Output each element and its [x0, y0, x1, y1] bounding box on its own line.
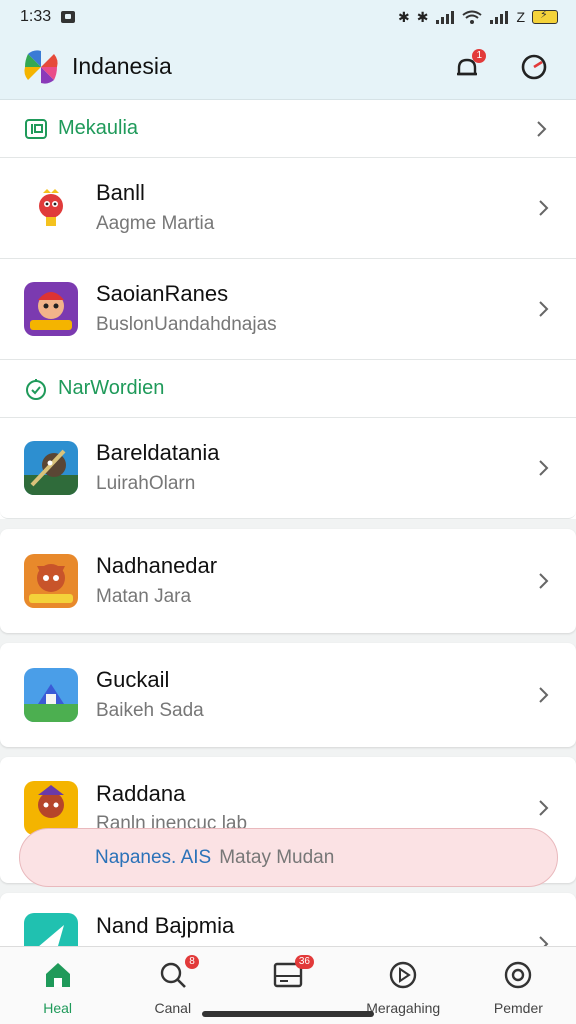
item-title: Nadhanedar — [96, 553, 218, 579]
section-header-1[interactable]: Mekaulia — [0, 100, 576, 158]
timer-button[interactable] — [512, 45, 556, 89]
app-logo-icon — [24, 49, 58, 84]
list-item[interactable]: Nadhanedar Matan Jara — [0, 529, 576, 633]
game-cartoon-icon — [24, 282, 78, 336]
app-header: Indanesia 1 — [0, 34, 576, 100]
notification-square-icon — [61, 11, 76, 23]
section-header-2[interactable]: NarWordien — [0, 360, 576, 418]
item-subtitle: Matan Jara — [96, 585, 192, 607]
play-circle-icon — [390, 961, 417, 989]
battery-icon — [532, 8, 558, 24]
section-label: Mekaulia — [58, 117, 139, 139]
nav-label: Meragahing — [366, 1000, 441, 1016]
signal-icon — [436, 11, 455, 24]
section-card-1: Mekaulia Banll Aagme Martia SaoianRanes … — [0, 100, 576, 519]
list-item[interactable]: Banll Aagme Martia — [0, 158, 576, 259]
status-time: 1:33 — [20, 8, 52, 25]
toast-highlight: Napanes. AIS — [95, 846, 212, 868]
notification-badge: 1 — [472, 48, 486, 63]
chevron-right-icon — [539, 301, 549, 317]
toast-text: Matay Mudan — [219, 846, 335, 868]
chevron-right-icon — [539, 573, 549, 589]
item-title: Guckail — [96, 667, 170, 693]
notifications-button[interactable]: 1 — [446, 45, 490, 89]
app-card[interactable]: Guckail Baikeh Sada — [0, 643, 576, 747]
status-bar: 1:33 ✱ ✱ Z — [0, 0, 576, 34]
chevron-right-icon — [539, 200, 549, 216]
item-title: SaoianRanes — [96, 281, 229, 307]
chevron-right-icon — [537, 120, 547, 137]
calendar-icon — [25, 118, 47, 139]
chevron-right-icon — [539, 460, 549, 476]
nav-badge: 36 — [294, 955, 314, 969]
signal-2-icon — [490, 11, 509, 24]
bluetooth-alt-icon: ✱ — [416, 8, 429, 25]
toast-message[interactable]: Napanes. AIS Matay Mudan — [19, 828, 558, 887]
list-item[interactable]: SaoianRanes BuslonUandahdnajas — [0, 259, 576, 360]
list-item[interactable]: Bareldatania LuirahOlarn — [0, 418, 576, 519]
nav-label: Heal — [43, 1000, 72, 1016]
nav-label: Pemder — [493, 1000, 543, 1016]
chevron-right-icon — [539, 800, 549, 816]
item-subtitle: Aagme Martia — [96, 212, 215, 234]
toy-mascot-icon — [24, 181, 78, 235]
game-warrior-icon — [24, 781, 78, 835]
search-icon — [160, 962, 186, 988]
game-pirate-icon — [24, 441, 78, 495]
game-house-icon — [24, 668, 78, 722]
game-fox-icon — [24, 554, 78, 608]
section-label: NarWordien — [58, 377, 165, 399]
nav-profile[interactable]: Pemder — [461, 947, 576, 1024]
item-subtitle: LuirahOlarn — [96, 472, 196, 494]
item-title: Banll — [96, 180, 145, 206]
clock-check-icon — [26, 378, 46, 400]
wifi-icon — [462, 10, 483, 24]
nav-home[interactable]: Heal — [0, 947, 115, 1024]
item-title: Bareldatania — [96, 440, 220, 466]
gauge-icon — [521, 54, 547, 79]
home-icon — [45, 963, 70, 987]
item-subtitle: BuslonUandahdnajas — [96, 313, 277, 335]
chevron-right-icon — [539, 687, 549, 703]
item-title: Raddana — [96, 781, 186, 806]
item-subtitle: Baikeh Sada — [96, 699, 204, 721]
nav-label: Canal — [154, 1000, 192, 1016]
list-item[interactable]: Guckail Baikeh Sada — [0, 643, 576, 747]
item-title: Nand Bajpmia — [96, 913, 235, 938]
network-label: Z — [516, 9, 525, 25]
app-title: Indanesia — [72, 53, 172, 79]
bluetooth-icon: ✱ — [397, 8, 410, 25]
home-indicator[interactable] — [202, 1011, 374, 1017]
profile-icon — [505, 961, 532, 989]
app-card[interactable]: Nadhanedar Matan Jara — [0, 529, 576, 633]
nav-badge: 8 — [185, 955, 199, 969]
